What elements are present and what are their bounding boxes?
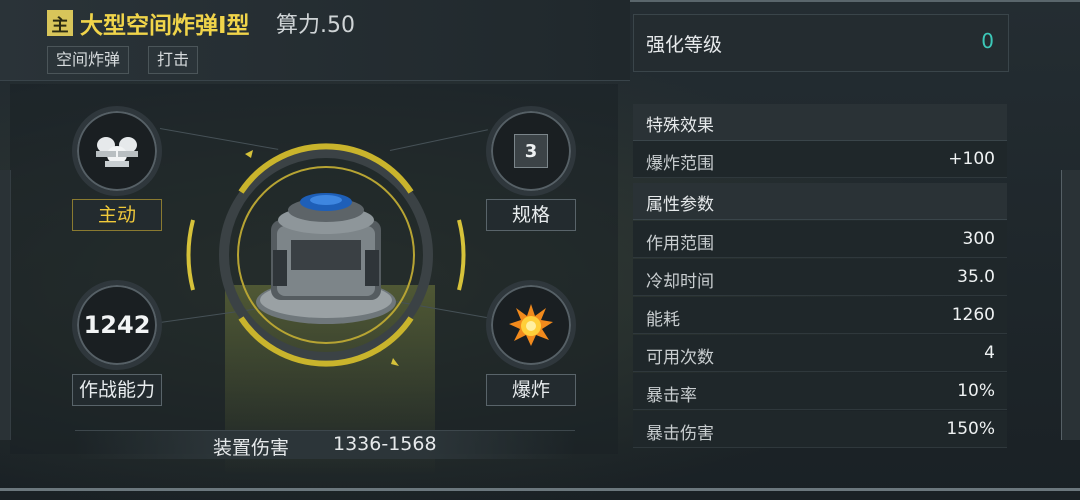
device-damage: 装置伤害 1336-1568 [75,430,575,459]
stat-value: 1260 [951,305,995,325]
stat-key: 暴击伤害 [646,424,714,444]
stat-value: 10% [957,381,995,401]
damage-value: 1336-1568 [333,433,437,455]
stat-value: 150% [946,419,995,439]
special-effects-title: 特殊效果 [646,116,714,136]
attributes-title: 属性参数 [646,195,714,215]
damage-label: 装置伤害 [213,437,290,459]
power-value: 算力.50 [276,13,355,38]
bottom-border [0,488,1080,491]
stat-key: 能耗 [646,310,680,330]
type-label: 爆炸 [486,374,576,406]
stat-key: 暴击率 [646,386,697,406]
enhance-level[interactable]: 强化等级 0 [633,14,1009,72]
stat-value: 35.0 [957,267,995,287]
attribute-row: 冷却时间 35.0 [633,259,1007,296]
explosion-icon [509,304,553,346]
attribute-row: 暴击伤害 150% [633,411,1007,448]
header: 主 大型空间炸弹I型 算力.50 空间炸弹 打击 [0,0,630,81]
attribute-row: 能耗 1260 [633,297,1007,334]
combat-value: 1242 [83,311,151,339]
mode-circle[interactable] [72,106,162,196]
attributes-header: 属性参数 [633,183,1007,220]
enhance-label: 强化等级 [646,34,723,56]
attribute-row: 暴击率 10% [633,373,1007,410]
main-badge: 主 [47,10,73,36]
tag-type[interactable]: 打击 [148,46,199,74]
spec-circle[interactable]: 3 [486,106,576,196]
stat-value: 300 [962,229,995,249]
item-ring [186,143,466,367]
item-title: 大型空间炸弹I型 [80,13,250,39]
space-bomb-icon [256,193,396,324]
stat-key: 作用范围 [646,234,714,254]
attribute-row: 作用范围 300 [633,221,1007,258]
spec-label: 规格 [486,199,576,231]
stat-key: 可用次数 [646,348,714,368]
tag-category[interactable]: 空间炸弹 [47,46,130,74]
bell-cluster-icon [96,137,138,167]
enhance-value: 0 [981,29,994,53]
mode-label: 主动 [72,199,162,231]
type-circle[interactable] [486,280,576,370]
stat-value: +100 [948,149,995,169]
special-row: 爆炸范围 +100 [633,141,1007,178]
stat-value: 4 [984,343,995,363]
attribute-row: 可用次数 4 [633,335,1007,372]
stat-key: 冷却时间 [646,272,714,292]
combat-circle[interactable]: 1242 [72,280,162,370]
spec-value: 3 [514,134,548,168]
combat-label: 作战能力 [72,374,162,406]
stat-key: 爆炸范围 [646,154,714,174]
right-edge-tab [1061,170,1080,440]
special-effects-header: 特殊效果 [633,104,1007,141]
